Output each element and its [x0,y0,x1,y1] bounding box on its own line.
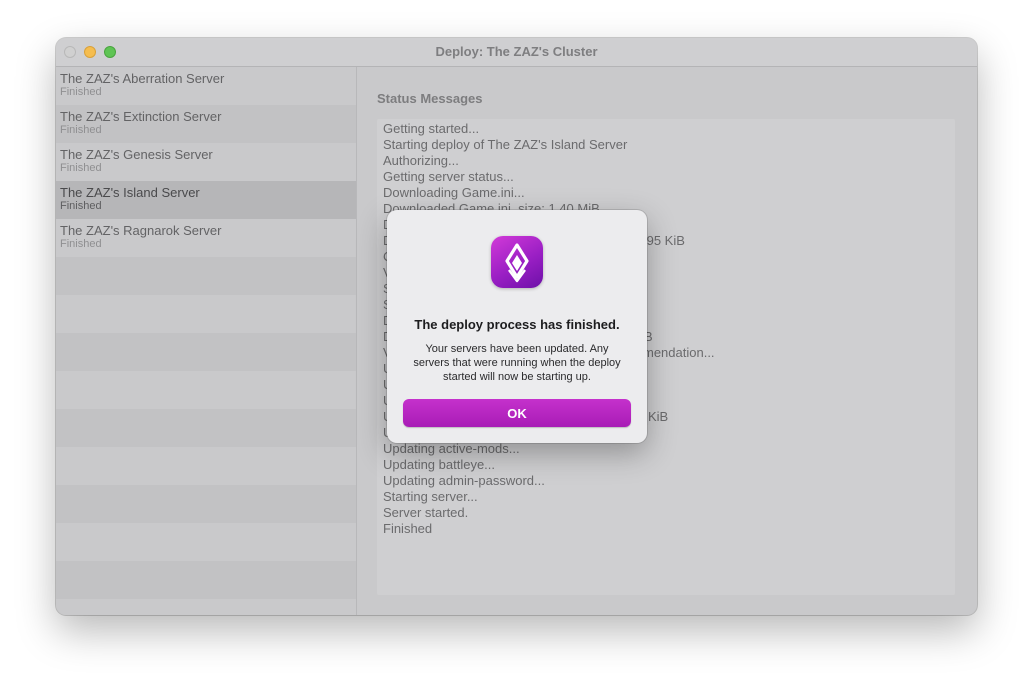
window-title: Deploy: The ZAZ's Cluster [435,44,598,59]
server-list-item[interactable]: The ZAZ's Genesis Server Finished [56,143,356,181]
server-status: Finished [60,238,102,250]
log-line: Getting started... [383,121,480,136]
empty-list-row [56,485,356,523]
empty-list-row [56,523,356,561]
server-list-item[interactable]: The ZAZ's Aberration Server Finished [56,67,356,105]
empty-list-row [56,371,356,409]
log-line: Authorizing... [383,153,459,168]
log-line: Updating battleye... [383,457,496,472]
server-list-item[interactable]: The ZAZ's Extinction Server Finished [56,105,356,143]
server-name: The ZAZ's Aberration Server [60,71,225,86]
log-line: Finished [383,521,433,536]
log-line: Updating active-mods... [383,441,520,456]
server-list-item-selected[interactable]: The ZAZ's Island Server Finished [56,181,356,219]
ok-button[interactable]: OK [403,399,631,427]
log-line: Getting server status... [383,169,514,184]
server-list: The ZAZ's Aberration Server Finished The… [56,67,357,615]
dialog-message: Your servers have been updated. Any serv… [413,343,621,383]
server-name: The ZAZ's Ragnarok Server [60,223,222,238]
server-list-item[interactable]: The ZAZ's Ragnarok Server Finished [56,219,356,257]
empty-list-row [56,333,356,371]
empty-list-row [56,295,356,333]
title-bar: Deploy: The ZAZ's Cluster [56,38,977,67]
log-line: Downloading Game.ini... [383,185,525,200]
server-status: Finished [60,124,102,136]
log-line: Server started. [383,505,469,520]
deploy-finished-dialog: The deploy process has finished. Your se… [387,210,647,443]
app-icon [491,236,543,288]
diamond-logo-icon [505,243,529,283]
server-status: Finished [60,200,102,212]
empty-list-row [56,409,356,447]
server-name: The ZAZ's Genesis Server [60,147,213,162]
empty-list-row [56,447,356,485]
server-status: Finished [60,162,102,174]
server-status: Finished [60,86,102,98]
log-line-fragment: mendation... [643,345,715,360]
log-line-fragment: .95 KiB [643,233,685,248]
status-messages-heading: Status Messages [377,91,483,106]
log-line: Starting server... [383,489,478,504]
log-line-fragment: KiB [648,409,669,424]
dialog-title: The deploy process has finished. [414,317,620,332]
empty-list-row [56,561,356,599]
log-line: Starting deploy of The ZAZ's Island Serv… [383,137,628,152]
server-name: The ZAZ's Island Server [60,185,200,200]
empty-list-row [56,257,356,295]
server-name: The ZAZ's Extinction Server [60,109,222,124]
log-line: Updating admin-password... [383,473,545,488]
